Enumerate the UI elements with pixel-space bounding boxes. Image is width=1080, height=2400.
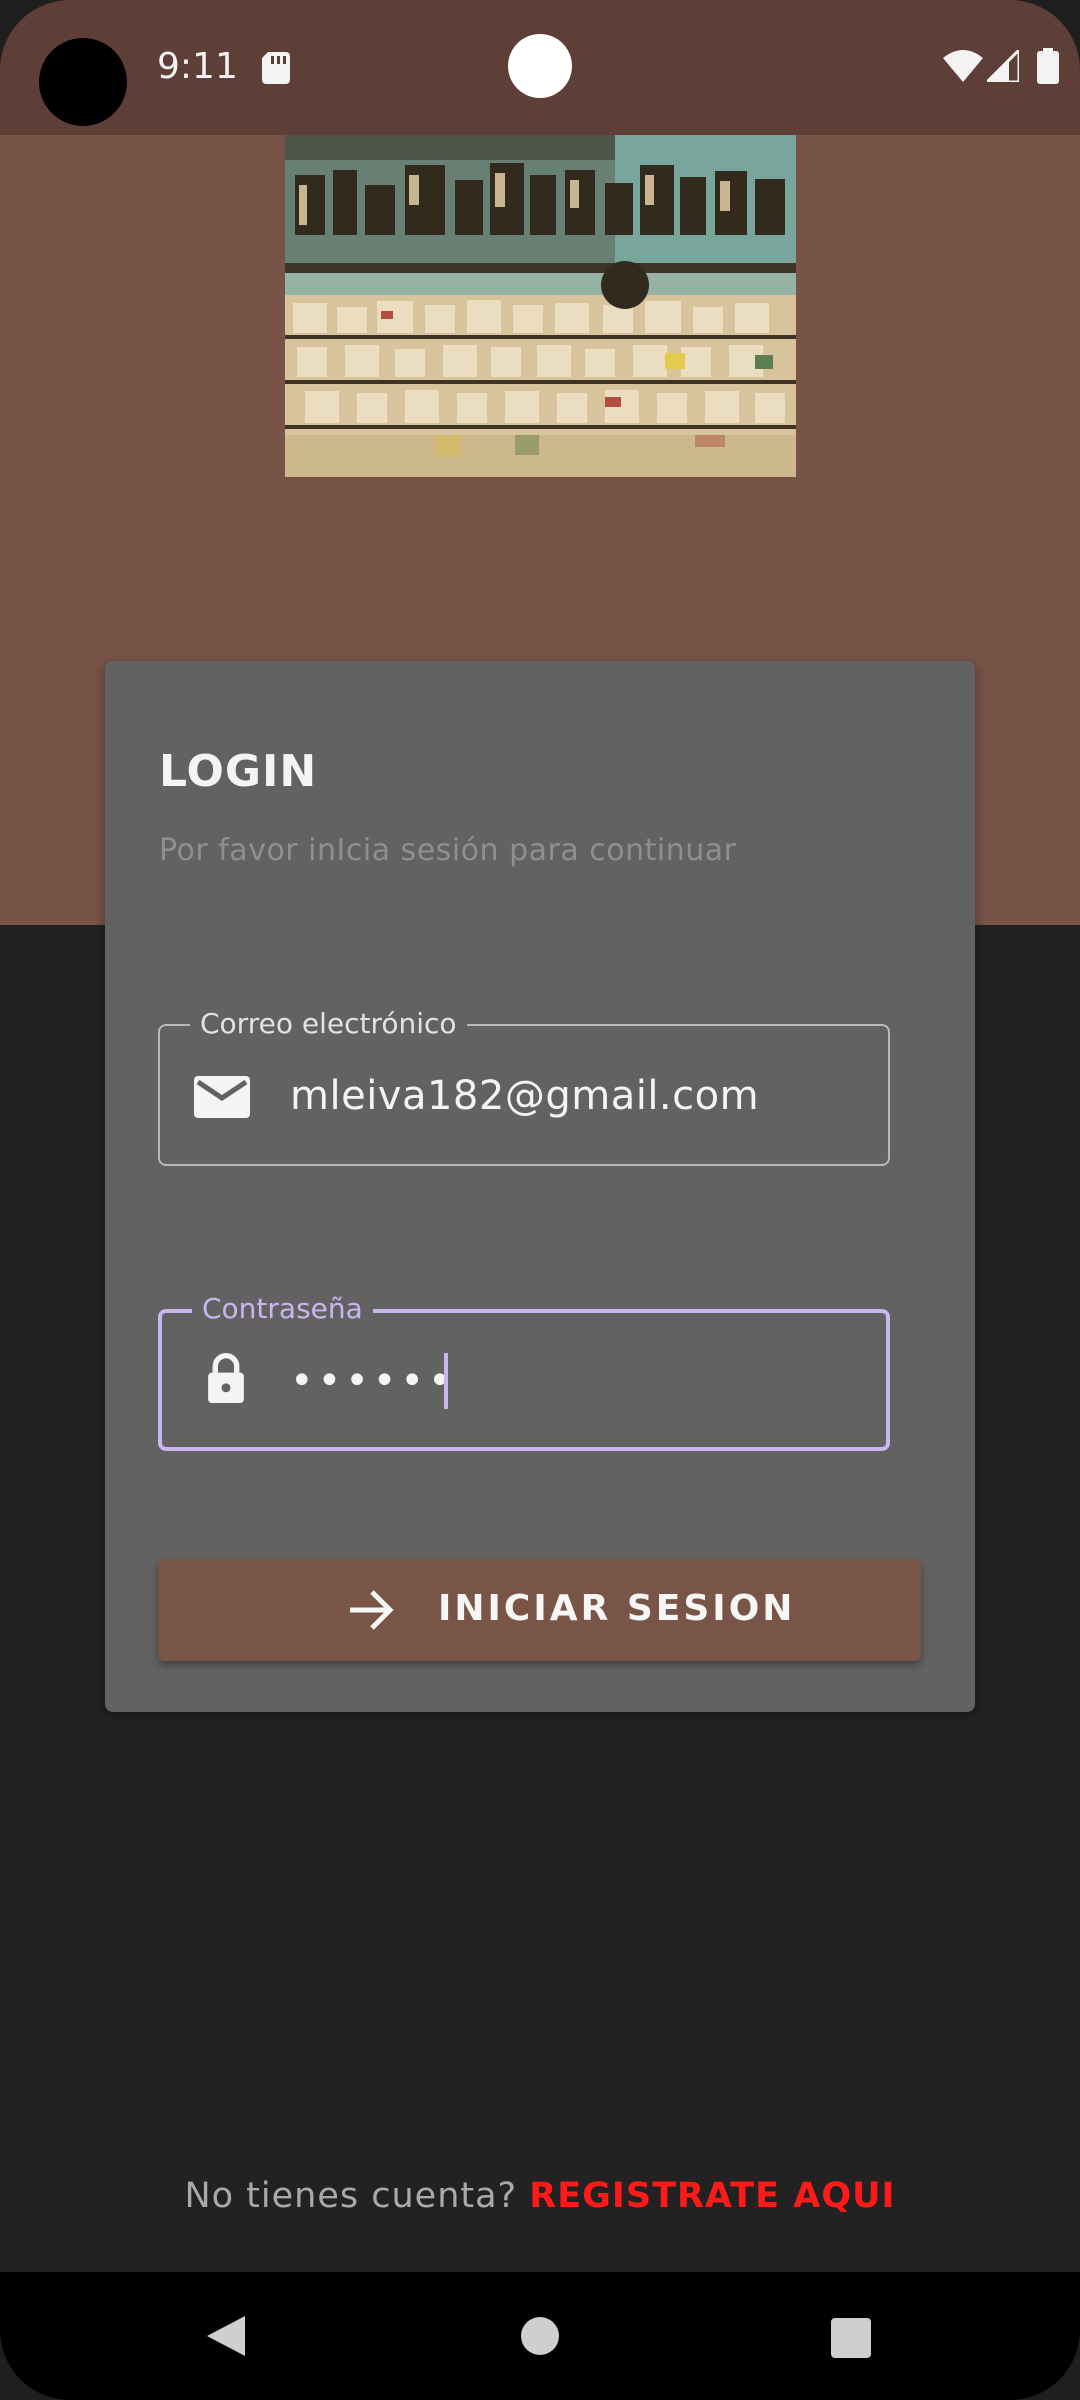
password-field[interactable]: Contraseña <box>158 1291 890 1451</box>
login-title: LOGIN <box>159 746 318 797</box>
home-icon[interactable] <box>521 2317 559 2355</box>
record-store-photo <box>285 135 796 477</box>
wifi-icon <box>943 50 983 82</box>
email-field[interactable]: Correo electrónico <box>158 1006 890 1166</box>
register-link[interactable]: REGISTRATE AQUI <box>529 2176 895 2216</box>
front-camera-cutout <box>39 38 127 126</box>
back-icon[interactable] <box>205 2314 247 2358</box>
email-input[interactable] <box>290 1054 850 1138</box>
password-input[interactable] <box>290 1339 850 1423</box>
login-subtitle: Por favor inIcia sesión para continuar <box>159 833 737 868</box>
record-store-illustration <box>285 135 796 477</box>
email-icon <box>194 1076 250 1118</box>
password-field-label: Contraseña <box>192 1291 373 1327</box>
navigation-bar <box>0 2272 1080 2400</box>
status-clock: 9:11 <box>157 46 238 87</box>
cell-signal-icon <box>987 50 1019 82</box>
center-camera-dot <box>508 34 572 98</box>
arrow-right-icon <box>350 1590 394 1630</box>
login-button-label: INICIAR SESION <box>438 1588 796 1629</box>
register-row: No tienes cuenta? REGISTRATE AQUI <box>0 2172 1080 2220</box>
battery-icon <box>1037 48 1059 84</box>
app-screen: 9:11 LOGIN Por favor inIcia sesión para … <box>0 0 1080 2400</box>
login-card: LOGIN Por favor inIcia sesión para conti… <box>105 661 975 1712</box>
lock-icon <box>208 1353 244 1403</box>
sd-card-icon <box>262 52 290 84</box>
email-field-label: Correo electrónico <box>190 1006 467 1042</box>
login-button[interactable]: INICIAR SESION <box>158 1559 921 1661</box>
text-cursor <box>444 1353 448 1409</box>
status-bar: 9:11 <box>0 0 1080 135</box>
register-prompt: No tienes cuenta? <box>184 2176 518 2216</box>
recents-icon[interactable] <box>831 2318 871 2358</box>
